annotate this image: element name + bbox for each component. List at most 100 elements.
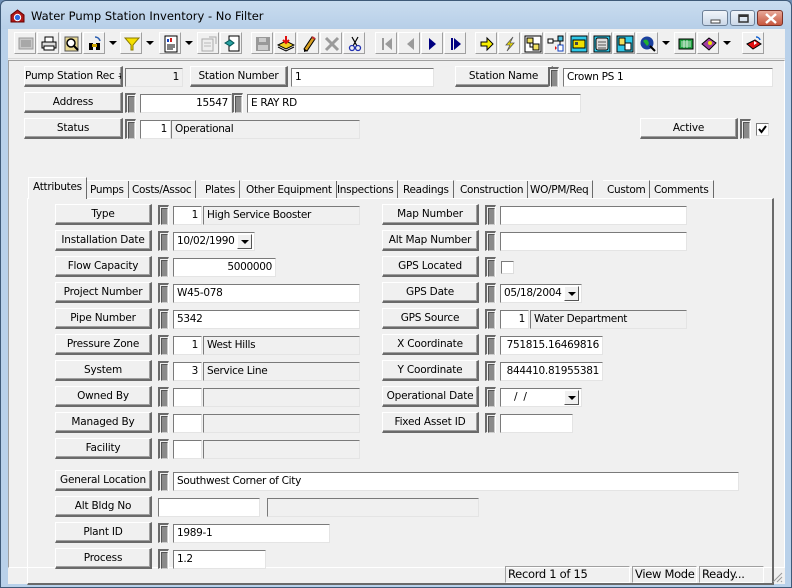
station-number-label[interactable]: Station Number (190, 66, 288, 87)
station-name-label[interactable]: Station Name (455, 66, 553, 87)
edit-button[interactable] (297, 32, 319, 54)
minimize-button[interactable] (702, 10, 728, 26)
system-label[interactable]: System (55, 360, 152, 381)
general-location-lock-icon[interactable] (158, 471, 169, 491)
hierarchy-button[interactable] (544, 32, 566, 54)
gps-located-lock-icon[interactable] (485, 257, 496, 277)
alt-bldg-no-label[interactable]: Alt Bldg No (55, 496, 152, 517)
project-number-label[interactable]: Project Number (55, 282, 152, 303)
type-lock-icon[interactable] (158, 205, 169, 225)
address-number-field[interactable]: 15547 (140, 94, 232, 113)
edit-properties-button[interactable] (197, 32, 219, 54)
owned-by-code-field[interactable] (173, 388, 202, 407)
x-coordinate-label[interactable]: X Coordinate (382, 334, 479, 355)
title-bar[interactable]: Water Pump Station Inventory - No Filter (1, 1, 791, 29)
pipe-number-lock-icon[interactable] (158, 309, 169, 329)
tab-comments[interactable]: Comments (650, 180, 714, 199)
status-lock-icon[interactable] (125, 119, 136, 139)
address-street-field[interactable]: E RAY RD (247, 94, 581, 113)
filter-dropdown[interactable] (143, 32, 156, 54)
flow-capacity-field[interactable]: 5000000 (173, 258, 276, 277)
managed-by-label[interactable]: Managed By (55, 412, 152, 433)
tab-plates[interactable]: Plates (201, 180, 240, 199)
help-book-button[interactable] (697, 32, 719, 54)
alt-bldg-no-field[interactable] (158, 498, 260, 517)
tab-pumps[interactable]: Pumps (86, 180, 129, 199)
operational-date-lock-icon[interactable] (485, 387, 496, 407)
type-label[interactable]: Type (55, 204, 152, 225)
tab-wo-pm-req[interactable]: WO/PM/Req (526, 180, 594, 199)
managed-by-lock-icon[interactable] (158, 413, 169, 433)
installation-date-picker[interactable]: 10/02/1990 (173, 232, 255, 251)
calculator-button[interactable] (590, 32, 612, 54)
facility-lock-icon[interactable] (158, 439, 169, 459)
export-button[interactable] (220, 32, 242, 54)
plant-id-field[interactable]: 1989-1 (173, 524, 330, 543)
previous-record-button[interactable] (398, 32, 420, 54)
delete-button[interactable] (320, 32, 342, 54)
installation-date-label[interactable]: Installation Date (55, 230, 152, 251)
general-location-field[interactable]: Southwest Corner of City (173, 472, 739, 491)
system-lock-icon[interactable] (158, 361, 169, 381)
work-order-button[interactable] (567, 32, 589, 54)
help-book-dropdown[interactable] (720, 32, 733, 54)
tab-attributes[interactable]: Attributes (28, 177, 87, 199)
address-street-lock-icon[interactable] (232, 93, 243, 113)
tab-inspections[interactable]: Inspections (333, 180, 399, 199)
address-label[interactable]: Address (24, 92, 123, 113)
spreadsheet-button[interactable] (674, 32, 696, 54)
first-record-button[interactable] (375, 32, 397, 54)
owned-by-lock-icon[interactable] (158, 387, 169, 407)
installation-date-lock-icon[interactable] (158, 231, 169, 251)
gps-date-lock-icon[interactable] (485, 283, 496, 303)
station-number-field[interactable]: 1 (291, 68, 434, 87)
print-button[interactable] (37, 32, 59, 54)
save-button[interactable] (251, 32, 273, 54)
y-coordinate-field[interactable]: 844410.81955381 (500, 362, 603, 381)
print-preview-button[interactable] (60, 32, 82, 54)
active-checkbox[interactable] (756, 123, 769, 136)
fixed-asset-id-label[interactable]: Fixed Asset ID (382, 412, 479, 433)
plant-id-lock-icon[interactable] (158, 523, 169, 543)
plant-id-label[interactable]: Plant ID (55, 522, 152, 543)
find-dropdown[interactable] (106, 32, 119, 54)
map-number-field[interactable] (500, 206, 687, 225)
goto-button[interactable] (475, 32, 497, 54)
alt-map-number-label[interactable]: Alt Map Number (382, 230, 479, 251)
gps-source-label[interactable]: GPS Source (382, 308, 479, 329)
station-name-lock-icon[interactable] (548, 67, 559, 87)
add-record-button[interactable] (274, 32, 296, 54)
x-coordinate-lock-icon[interactable] (485, 335, 496, 355)
type-code-field[interactable]: 1 (173, 206, 202, 225)
tab-construction[interactable]: Construction (456, 180, 529, 199)
active-label[interactable]: Active (640, 118, 738, 139)
owned-by-label[interactable]: Owned By (55, 386, 152, 407)
status-code-field[interactable]: 1 (140, 120, 171, 139)
y-coordinate-label[interactable]: Y Coordinate (382, 360, 479, 381)
resize-grip-icon[interactable] (770, 570, 783, 583)
alt-map-number-field[interactable] (500, 232, 687, 251)
pipe-number-field[interactable]: 5342 (173, 310, 360, 329)
gps-date-picker[interactable]: 05/18/2004 (500, 284, 582, 303)
alt-map-number-lock-icon[interactable] (485, 231, 496, 251)
pump-station-rec-label[interactable]: Pump Station Rec # (24, 66, 123, 87)
managed-by-code-field[interactable] (173, 414, 202, 433)
active-lock-icon[interactable] (740, 119, 751, 139)
last-record-button[interactable] (444, 32, 466, 54)
facility-code-field[interactable] (173, 440, 202, 459)
facility-label[interactable]: Facility (55, 438, 152, 459)
pressure-zone-lock-icon[interactable] (158, 335, 169, 355)
pressure-zone-label[interactable]: Pressure Zone (55, 334, 152, 355)
report-button[interactable] (159, 32, 181, 54)
tab-readings[interactable]: Readings (399, 180, 454, 199)
project-number-field[interactable]: W45-078 (173, 284, 360, 303)
gps-source-code-field[interactable]: 1 (500, 310, 529, 329)
map-number-label[interactable]: Map Number (382, 204, 479, 225)
chevron-down-icon[interactable] (564, 390, 579, 405)
gps-located-label[interactable]: GPS Located (382, 256, 479, 277)
operational-date-picker[interactable]: / / (500, 388, 582, 407)
y-coordinate-lock-icon[interactable] (485, 361, 496, 381)
system-code-field[interactable]: 3 (173, 362, 202, 381)
map-dropdown[interactable] (659, 32, 672, 54)
cut-button[interactable] (343, 32, 365, 54)
